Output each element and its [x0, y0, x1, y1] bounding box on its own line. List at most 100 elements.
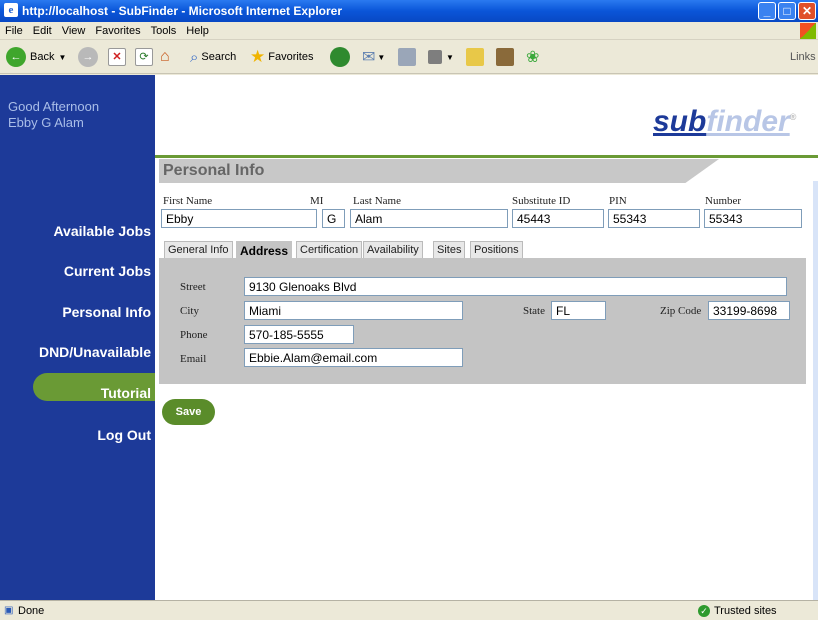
- pin-field[interactable]: 55343: [608, 209, 700, 228]
- nav-available-jobs[interactable]: Available Jobs: [53, 223, 151, 239]
- nav-tutorial[interactable]: Tutorial: [101, 385, 151, 401]
- forward-button[interactable]: →: [78, 47, 102, 67]
- nav-personal-info[interactable]: Personal Info: [62, 304, 151, 320]
- trusted-sites-icon: ✓: [698, 605, 710, 617]
- links-button[interactable]: Links: [790, 47, 816, 67]
- folder-icon: [466, 48, 484, 66]
- discuss-button[interactable]: [466, 47, 484, 67]
- greeting: Good Afternoon: [8, 99, 100, 114]
- phone-label: Phone: [180, 329, 208, 341]
- back-dropdown-icon: ▼: [58, 52, 67, 62]
- tab-positions[interactable]: Positions: [470, 241, 523, 259]
- zip-code-field[interactable]: 33199-8698: [708, 301, 790, 320]
- menu-file[interactable]: File: [0, 22, 28, 37]
- research-button[interactable]: [496, 47, 514, 67]
- zone-text: Trusted sites: [714, 605, 777, 617]
- maximize-button[interactable]: □: [778, 2, 796, 20]
- ie-icon: e: [4, 3, 18, 17]
- first-name-label: First Name: [163, 195, 213, 207]
- mail-dropdown-icon: ▼: [377, 52, 386, 62]
- logo-sub: sub: [653, 105, 707, 138]
- save-button[interactable]: Save: [162, 399, 215, 425]
- media-icon: [330, 47, 350, 67]
- links-label: Links: [790, 51, 816, 63]
- last-name-label: Last Name: [353, 195, 401, 207]
- email-field[interactable]: Ebbie.Alam@email.com: [244, 348, 463, 367]
- close-button[interactable]: ✕: [798, 2, 816, 20]
- nav-current-jobs[interactable]: Current Jobs: [64, 263, 151, 279]
- print-button[interactable]: [398, 47, 416, 67]
- window-title: http://localhost - SubFinder - Microsoft…: [22, 4, 343, 18]
- user-name: Ebby G Alam: [8, 115, 84, 130]
- state-label: State: [523, 305, 545, 317]
- city-label: City: [180, 305, 199, 317]
- page-icon: ▣: [4, 605, 14, 616]
- research-icon: [496, 48, 514, 66]
- city-field[interactable]: Miami: [244, 301, 463, 320]
- home-button[interactable]: ⌂: [160, 47, 170, 67]
- email-label: Email: [180, 353, 207, 365]
- favorites-button[interactable]: ★ Favorites: [250, 47, 314, 67]
- header-divider: [155, 155, 818, 158]
- street-field[interactable]: 9130 Glenoaks Blvd: [244, 277, 787, 296]
- back-arrow-icon: ←: [6, 47, 26, 67]
- sidebar: Good Afternoon Ebby G Alam Available Job…: [0, 75, 155, 600]
- main-content: subfinder® Personal Info First Name MI L…: [155, 75, 818, 600]
- tab-certification[interactable]: Certification: [296, 241, 363, 259]
- title-bar: e http://localhost - SubFinder - Microso…: [0, 0, 818, 22]
- stop-icon: ✕: [108, 48, 126, 66]
- street-label: Street: [180, 281, 206, 293]
- tab-sites[interactable]: Sites: [433, 241, 466, 259]
- logo-finder: finder: [706, 105, 790, 138]
- edit-dropdown-icon: ▼: [446, 52, 454, 62]
- windows-logo-icon: [800, 23, 816, 39]
- browser-toolbar: ← Back ▼ → ✕ ⟳ ⌂ ⌕ Search ★ Favorites ✉ …: [0, 40, 818, 74]
- search-button[interactable]: ⌕ Search: [190, 47, 236, 67]
- forward-arrow-icon: →: [78, 47, 98, 67]
- menu-view[interactable]: View: [57, 22, 91, 37]
- phone-field[interactable]: 570-185-5555: [244, 325, 354, 344]
- refresh-button[interactable]: ⟳: [135, 47, 153, 67]
- mi-label: MI: [310, 195, 324, 207]
- substitute-id-label: Substitute ID: [512, 195, 571, 207]
- messenger-button[interactable]: ❀: [526, 47, 539, 67]
- print-icon: [398, 48, 416, 66]
- subfinder-logo: subfinder®: [653, 105, 796, 139]
- refresh-icon: ⟳: [135, 48, 153, 66]
- menu-tools[interactable]: Tools: [146, 22, 182, 37]
- tab-address[interactable]: Address: [236, 241, 293, 259]
- edit-button[interactable]: ▼: [428, 47, 454, 67]
- menu-bar: File Edit View Favorites Tools Help: [0, 22, 818, 40]
- minimize-button[interactable]: _: [758, 2, 776, 20]
- mi-field[interactable]: G: [322, 209, 345, 228]
- section-title: Personal Info: [163, 162, 265, 179]
- menu-edit[interactable]: Edit: [28, 22, 57, 37]
- tab-availability[interactable]: Availability: [363, 241, 423, 259]
- media-button[interactable]: [330, 47, 354, 67]
- first-name-field[interactable]: Ebby: [161, 209, 317, 228]
- stop-button[interactable]: ✕: [108, 47, 126, 67]
- edit-icon: [428, 50, 442, 64]
- last-name-field[interactable]: Alam: [350, 209, 508, 228]
- messenger-icon: ❀: [526, 49, 540, 66]
- back-button[interactable]: ← Back ▼: [6, 47, 66, 67]
- section-header: Personal Info: [159, 159, 719, 183]
- substitute-id-field[interactable]: 45443: [512, 209, 604, 228]
- favorites-star-icon: ★: [250, 47, 266, 66]
- menu-help[interactable]: Help: [181, 22, 214, 37]
- menu-favorites[interactable]: Favorites: [90, 22, 145, 37]
- address-panel: Street 9130 Glenoaks Blvd City Miami Sta…: [159, 258, 806, 384]
- number-field[interactable]: 55343: [704, 209, 802, 228]
- state-field[interactable]: FL: [551, 301, 606, 320]
- mail-button[interactable]: ✉ ▼: [362, 47, 385, 67]
- vertical-scrollbar[interactable]: [813, 181, 818, 600]
- search-label: Search: [201, 51, 237, 63]
- pin-label: PIN: [609, 195, 627, 207]
- back-label: Back: [30, 51, 55, 63]
- tab-general-info[interactable]: General Info: [164, 241, 233, 259]
- zip-code-label: Zip Code: [660, 305, 702, 317]
- nav-log-out[interactable]: Log Out: [97, 427, 151, 443]
- nav-dnd-unavailable[interactable]: DND/Unavailable: [39, 344, 151, 360]
- favorites-label: Favorites: [268, 51, 314, 63]
- registered-mark: ®: [789, 112, 797, 122]
